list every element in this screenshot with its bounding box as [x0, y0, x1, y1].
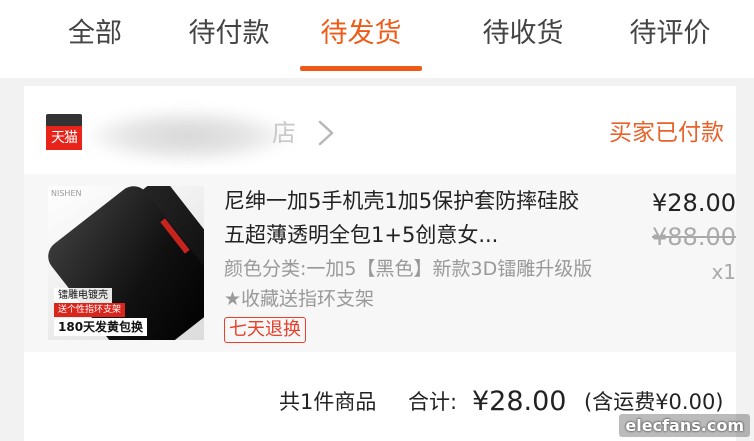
product-thumbnail[interactable]: NISHEN 镭雕电镀壳 送个性指环支架 180天发黄包换	[48, 186, 204, 340]
item-count: 共1件商品	[279, 390, 377, 414]
seven-day-return-tag: 七天退换	[224, 317, 306, 343]
price-current: ¥28.00	[652, 189, 736, 217]
thumbnail-promo-3: 180天发黄包换	[54, 318, 148, 336]
chevron-right-icon[interactable]	[314, 116, 338, 150]
order-status-label: 买家已付款	[609, 120, 724, 146]
tab-pending-review[interactable]: 待评价	[626, 14, 714, 54]
tab-all[interactable]: 全部	[64, 14, 126, 54]
shop-name-tail: 店	[272, 119, 296, 147]
tmall-badge-icon: 天猫	[46, 114, 82, 154]
total-label: 合计:	[408, 390, 458, 414]
watermark: elecfans.com	[619, 414, 750, 437]
thumbnail-promo-1: 镭雕电镀壳	[54, 288, 112, 303]
tmall-roof	[46, 114, 82, 126]
quantity: x1	[711, 260, 736, 284]
active-tab-indicator	[300, 66, 422, 71]
thumbnail-promo-2: 送个性指环支架	[54, 303, 126, 317]
tab-pending-shipment[interactable]: 待发货	[317, 14, 405, 54]
tmall-badge-label: 天猫	[46, 126, 82, 150]
order-status-tabbar: 全部 待付款 待发货 待收货 待评价	[0, 0, 754, 78]
shop-name-blurred[interactable]	[88, 110, 288, 162]
tab-pending-payment[interactable]: 待付款	[185, 14, 273, 54]
product-sku: 颜色分类:一加5【黑色】新款3D镭雕升级版★收藏送指环支架	[224, 258, 593, 310]
product-brand: NISHEN	[51, 189, 82, 198]
total-amount: ¥28.00	[472, 386, 567, 417]
price-original: ¥88.00	[652, 223, 736, 251]
order-card: 天猫 店 买家已付款 NISHEN 镭雕电镀壳 送个性指环支架 180天发黄包换…	[24, 86, 736, 441]
tab-pending-receipt[interactable]: 待收货	[479, 14, 567, 54]
product-title[interactable]: 尼绅一加5手机壳1加5保护套防摔硅胶五超薄透明全包1+5创意女...	[224, 184, 592, 252]
product-row[interactable]: NISHEN 镭雕电镀壳 送个性指环支架 180天发黄包换 尼绅一加5手机壳1加…	[24, 174, 736, 352]
